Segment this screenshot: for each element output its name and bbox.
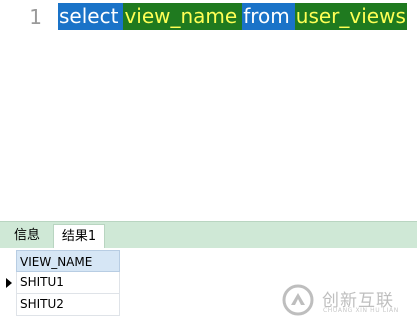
line-number-gutter: 1 (0, 0, 48, 221)
sql-editor[interactable]: 1 select view_name from user_views (0, 0, 417, 221)
watermark-logo-icon (282, 284, 314, 316)
current-row-indicator-icon (6, 278, 12, 288)
watermark: 创新互联 CHUANG XIN HU LIAN (270, 272, 417, 329)
identifier-user-views: user_views (294, 3, 407, 30)
grid-cell[interactable]: SHITU1 (16, 272, 120, 294)
sql-code-line[interactable]: select view_name from user_views (58, 3, 407, 30)
line-number: 1 (29, 5, 42, 29)
result-tab-bar: 信息 结果1 (0, 221, 417, 248)
grid-cell[interactable]: SHITU2 (16, 294, 120, 316)
column-header-view-name[interactable]: VIEW_NAME (16, 250, 120, 272)
watermark-subtext: CHUANG XIN HU LIAN (323, 307, 399, 314)
keyword-from: from (242, 3, 291, 30)
tab-info[interactable]: 信息 (6, 224, 48, 247)
identifier-view-name: view_name (123, 3, 239, 30)
tab-result-1[interactable]: 结果1 (53, 224, 105, 248)
keyword-select: select (58, 3, 120, 30)
